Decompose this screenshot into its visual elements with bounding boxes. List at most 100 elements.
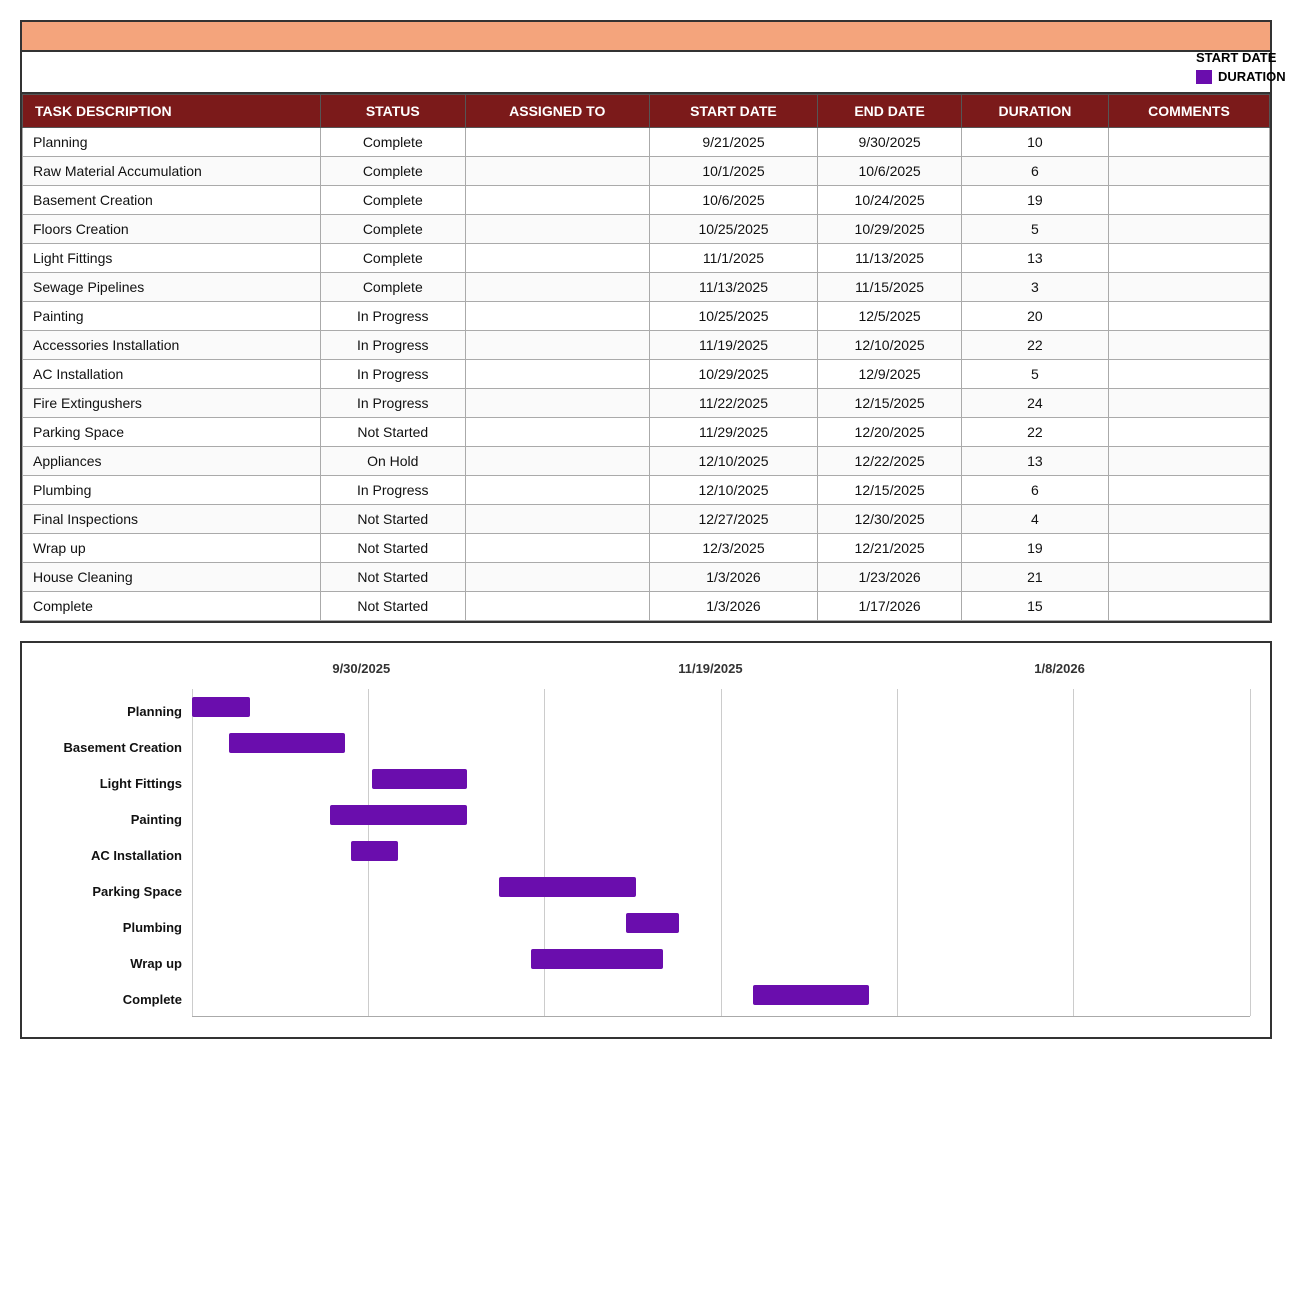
table-row: AC InstallationIn Progress10/29/202512/9… — [23, 360, 1270, 389]
task-name: House Cleaning — [23, 563, 321, 592]
task-status: Not Started — [320, 563, 465, 592]
task-comments — [1108, 418, 1269, 447]
task-duration: 15 — [961, 592, 1108, 621]
task-status: In Progress — [320, 476, 465, 505]
chart-row-label: Planning — [42, 693, 182, 729]
gantt-bar — [753, 985, 869, 1005]
table-header-row: TASK DESCRIPTION STATUS ASSIGNED TO STAR… — [23, 95, 1270, 128]
task-start: 10/29/2025 — [649, 360, 818, 389]
task-end: 12/22/2025 — [818, 447, 962, 476]
table-row: Basement CreationComplete10/6/202510/24/… — [23, 186, 1270, 215]
task-assigned — [465, 534, 649, 563]
task-end: 1/23/2026 — [818, 563, 962, 592]
task-assigned — [465, 563, 649, 592]
task-name: Complete — [23, 592, 321, 621]
task-start: 1/3/2026 — [649, 592, 818, 621]
task-name: Floors Creation — [23, 215, 321, 244]
task-comments — [1108, 592, 1269, 621]
chart-area: PlanningBasement CreationLight FittingsP… — [42, 661, 1250, 1017]
axis-label-3: 1/8/2026 — [1034, 661, 1085, 676]
gantt-bar — [372, 769, 467, 789]
task-assigned — [465, 360, 649, 389]
task-start: 10/6/2025 — [649, 186, 818, 215]
task-start: 11/13/2025 — [649, 273, 818, 302]
title-bar — [22, 22, 1270, 52]
task-assigned — [465, 186, 649, 215]
schedule-table-container: TASK DESCRIPTION STATUS ASSIGNED TO STAR… — [20, 20, 1272, 623]
task-start: 12/3/2025 — [649, 534, 818, 563]
task-status: Not Started — [320, 505, 465, 534]
axis-label-1: 9/30/2025 — [332, 661, 390, 676]
task-name: Final Inspections — [23, 505, 321, 534]
task-end: 11/13/2025 — [818, 244, 962, 273]
chart-body: 9/30/202511/19/20251/8/2026 — [192, 661, 1250, 1017]
task-start: 11/1/2025 — [649, 244, 818, 273]
chart-bar-row — [192, 941, 1250, 977]
task-duration: 6 — [961, 157, 1108, 186]
task-assigned — [465, 273, 649, 302]
task-end: 12/9/2025 — [818, 360, 962, 389]
task-name: Wrap up — [23, 534, 321, 563]
task-status: Not Started — [320, 592, 465, 621]
task-duration: 19 — [961, 534, 1108, 563]
task-end: 10/6/2025 — [818, 157, 962, 186]
task-comments — [1108, 476, 1269, 505]
chart-row-label: Basement Creation — [42, 729, 182, 765]
chart-bar-row — [192, 833, 1250, 869]
task-end: 12/15/2025 — [818, 476, 962, 505]
task-start: 11/22/2025 — [649, 389, 818, 418]
legend-duration: DURATION — [1196, 69, 1292, 84]
task-end: 12/21/2025 — [818, 534, 962, 563]
task-comments — [1108, 273, 1269, 302]
table-row: PlumbingIn Progress12/10/202512/15/20256 — [23, 476, 1270, 505]
chart-bar-row — [192, 725, 1250, 761]
chart-bar-row — [192, 977, 1250, 1013]
task-end: 12/5/2025 — [818, 302, 962, 331]
task-status: Complete — [320, 244, 465, 273]
meta-section — [22, 52, 1270, 94]
chart-bar-row — [192, 869, 1250, 905]
task-status: Not Started — [320, 534, 465, 563]
task-duration: 3 — [961, 273, 1108, 302]
task-start: 10/25/2025 — [649, 302, 818, 331]
chart-bar-row — [192, 761, 1250, 797]
table-row: House CleaningNot Started 1/3/20261/23/20… — [23, 563, 1270, 592]
task-comments — [1108, 157, 1269, 186]
task-comments — [1108, 186, 1269, 215]
task-comments — [1108, 563, 1269, 592]
chart-row-label: Painting — [42, 801, 182, 837]
task-assigned — [465, 128, 649, 157]
chart-legend: START DATE DURATION — [1182, 50, 1292, 90]
task-duration: 22 — [961, 331, 1108, 360]
grid-line — [1250, 689, 1251, 1016]
gantt-bar — [330, 805, 468, 825]
col-header-task: TASK DESCRIPTION — [23, 95, 321, 128]
task-assigned — [465, 418, 649, 447]
task-duration: 4 — [961, 505, 1108, 534]
task-status: Complete — [320, 157, 465, 186]
legend-color-swatch — [1196, 70, 1212, 84]
task-assigned — [465, 592, 649, 621]
task-comments — [1108, 447, 1269, 476]
task-comments — [1108, 215, 1269, 244]
task-start: 11/29/2025 — [649, 418, 818, 447]
task-end: 9/30/2025 — [818, 128, 962, 157]
chart-bar-row — [192, 905, 1250, 941]
task-end: 12/10/2025 — [818, 331, 962, 360]
task-comments — [1108, 534, 1269, 563]
col-header-start: START DATE — [649, 95, 818, 128]
task-duration: 5 — [961, 215, 1108, 244]
task-duration: 13 — [961, 244, 1108, 273]
chart-row-label: Parking Space — [42, 873, 182, 909]
task-name: Plumbing — [23, 476, 321, 505]
col-header-assigned: ASSIGNED TO — [465, 95, 649, 128]
chart-bar-row — [192, 797, 1250, 833]
task-start: 1/3/2026 — [649, 563, 818, 592]
task-start: 11/19/2025 — [649, 331, 818, 360]
axis-labels: 9/30/202511/19/20251/8/2026 — [192, 661, 1250, 689]
task-name: Basement Creation — [23, 186, 321, 215]
gantt-bar — [192, 697, 250, 717]
task-end: 1/17/2026 — [818, 592, 962, 621]
task-start: 12/10/2025 — [649, 447, 818, 476]
task-status: Complete — [320, 186, 465, 215]
